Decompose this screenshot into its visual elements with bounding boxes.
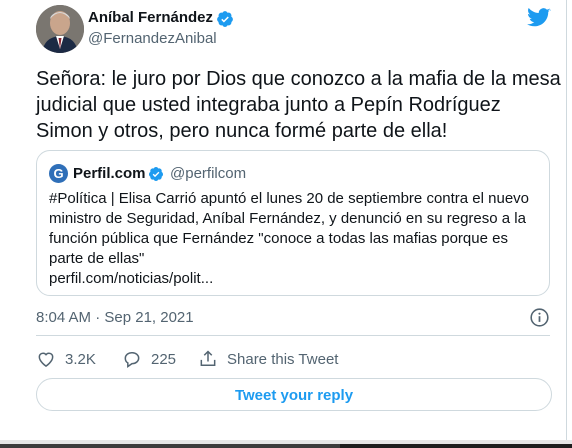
reply-button[interactable]: 225 <box>122 348 176 370</box>
tweet-text: Señora: le juro por Dios que conozco a l… <box>36 66 561 144</box>
author-avatar-image <box>36 5 84 53</box>
tweet-text-line: judicial que usted integraba junto a Pep… <box>36 94 501 116</box>
author-avatar[interactable] <box>36 5 84 53</box>
background-strip-darker <box>340 444 572 448</box>
author-handle[interactable]: @FernandezAnibal <box>88 30 217 48</box>
share-upload-icon <box>200 350 216 366</box>
twitter-bird-icon[interactable] <box>527 7 551 29</box>
quoted-author-handle: @perfilcom <box>170 165 247 182</box>
embedded-tweet-card: Aníbal Fernández @FernandezAnibal Señora… <box>0 0 566 440</box>
tweet-your-reply-button[interactable]: Tweet your reply <box>36 378 552 411</box>
speech-bubble-icon <box>124 352 140 368</box>
share-tweet-button[interactable]: Share this Tweet <box>198 348 338 370</box>
info-icon[interactable] <box>529 307 550 328</box>
quoted-author-name: Perfil.com <box>73 165 146 182</box>
author-name[interactable]: Aníbal Fernández <box>88 9 213 27</box>
like-count: 3.2K <box>65 350 96 368</box>
divider <box>36 335 550 336</box>
quoted-tweet-text: #Política | Elisa Carrió apuntó el lunes… <box>49 189 544 289</box>
verified-badge-icon <box>148 167 163 181</box>
like-button[interactable]: 3.2K <box>36 348 96 370</box>
tweet-text-line: Señora: le juro por Dios que conozco a l… <box>36 68 561 90</box>
window-edge <box>566 0 567 440</box>
quoted-text-line: ministro de Seguridad, Aníbal Fernández,… <box>49 210 526 227</box>
quoted-text-line: parte de ellas" <box>49 250 145 267</box>
tweet-timestamp[interactable]: 8:04 AM · Sep 21, 2021 <box>36 309 194 327</box>
perfil-logo-avatar: G <box>49 164 68 183</box>
share-label: Share this Tweet <box>227 350 339 368</box>
tweet-text-line: Simon y otros, pero nunca formé parte de… <box>36 120 448 142</box>
quoted-text-line: función pública que Fernández "conoce a … <box>49 230 508 247</box>
verified-badge-icon <box>217 11 233 27</box>
heart-icon <box>38 352 54 367</box>
background-strip <box>0 440 572 448</box>
background-strip-dark <box>0 444 340 448</box>
quoted-tweet[interactable]: G Perfil.com @perfilcom #Política | Elis… <box>36 150 550 296</box>
reply-count: 225 <box>151 350 177 368</box>
quoted-text-line: #Política | Elisa Carrió apuntó el lunes… <box>49 190 530 207</box>
quoted-link-text[interactable]: perfil.com/noticias/polit... <box>49 269 544 289</box>
